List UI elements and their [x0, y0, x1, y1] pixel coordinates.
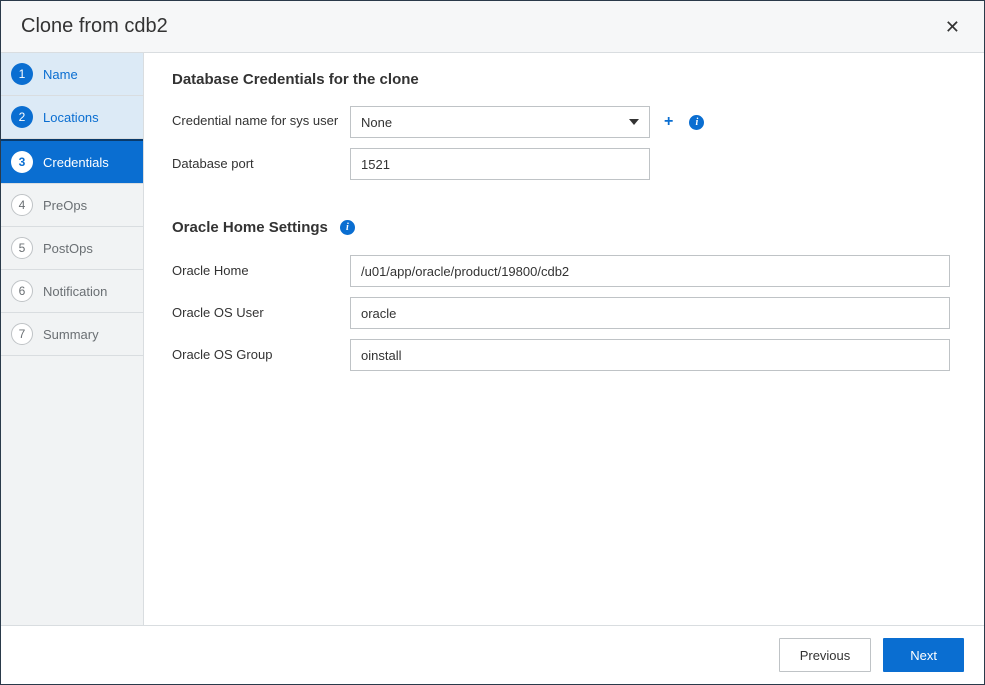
sidebar-step-locations[interactable]: 2 Locations — [1, 96, 143, 139]
plus-icon: + — [664, 114, 673, 130]
modal-header: Clone from cdb2 ✕ — [1, 1, 984, 53]
step-label: Locations — [43, 110, 99, 125]
label-oracle-home: Oracle Home — [172, 262, 350, 280]
form-row-oracle-os-user: Oracle OS User — [172, 297, 956, 329]
next-button[interactable]: Next — [883, 638, 964, 672]
close-icon: ✕ — [945, 17, 960, 37]
wizard-content: Database Credentials for the clone Crede… — [144, 53, 984, 625]
step-number: 1 — [11, 63, 33, 85]
step-label: PostOps — [43, 241, 93, 256]
caret-down-icon — [629, 119, 639, 125]
oracle-os-group-input[interactable] — [350, 339, 950, 371]
close-button[interactable]: ✕ — [941, 18, 964, 36]
step-label: Name — [43, 67, 78, 82]
oracle-os-user-input[interactable] — [350, 297, 950, 329]
clone-wizard-modal: Clone from cdb2 ✕ 1 Name 2 Locations 3 C… — [0, 0, 985, 685]
section-title-oracle-home: Oracle Home Settings i — [172, 218, 956, 237]
step-label: Summary — [43, 327, 99, 342]
label-credential-name: Credential name for sys user — [172, 106, 350, 130]
previous-button[interactable]: Previous — [779, 638, 872, 672]
step-number: 2 — [11, 106, 33, 128]
credential-controls: None + i — [350, 106, 706, 138]
sidebar-step-summary[interactable]: 7 Summary — [1, 313, 143, 356]
step-number: 4 — [11, 194, 33, 216]
sidebar-step-credentials[interactable]: 3 Credentials — [1, 139, 143, 184]
select-value: None — [361, 115, 392, 130]
credential-info-button[interactable]: i — [687, 113, 706, 132]
form-row-credential-name: Credential name for sys user None + i — [172, 106, 956, 138]
info-icon: i — [340, 220, 355, 235]
label-oracle-os-user: Oracle OS User — [172, 304, 350, 322]
step-number: 5 — [11, 237, 33, 259]
add-credential-button[interactable]: + — [662, 112, 675, 132]
database-port-input[interactable] — [350, 148, 650, 180]
oracle-home-info-button[interactable]: i — [338, 218, 357, 237]
step-label: PreOps — [43, 198, 87, 213]
sidebar-step-name[interactable]: 1 Name — [1, 53, 143, 96]
label-database-port: Database port — [172, 155, 350, 173]
oracle-home-input[interactable] — [350, 255, 950, 287]
step-label: Notification — [43, 284, 107, 299]
step-number: 3 — [11, 151, 33, 173]
sidebar-step-preops[interactable]: 4 PreOps — [1, 184, 143, 227]
modal-footer: Previous Next — [1, 625, 984, 684]
form-row-oracle-os-group: Oracle OS Group — [172, 339, 956, 371]
step-number: 7 — [11, 323, 33, 345]
credential-name-select[interactable]: None — [350, 106, 650, 138]
sidebar-step-postops[interactable]: 5 PostOps — [1, 227, 143, 270]
info-icon: i — [689, 115, 704, 130]
sidebar-step-notification[interactable]: 6 Notification — [1, 270, 143, 313]
label-oracle-os-group: Oracle OS Group — [172, 346, 350, 364]
section-title-text: Oracle Home Settings — [172, 219, 328, 236]
step-number: 6 — [11, 280, 33, 302]
modal-title: Clone from cdb2 — [21, 15, 168, 38]
modal-body: 1 Name 2 Locations 3 Credentials 4 PreOp… — [1, 53, 984, 625]
form-row-oracle-home: Oracle Home — [172, 255, 956, 287]
section-title-credentials: Database Credentials for the clone — [172, 71, 956, 88]
wizard-sidebar: 1 Name 2 Locations 3 Credentials 4 PreOp… — [1, 53, 144, 625]
step-label: Credentials — [43, 155, 109, 170]
form-row-database-port: Database port — [172, 148, 956, 180]
